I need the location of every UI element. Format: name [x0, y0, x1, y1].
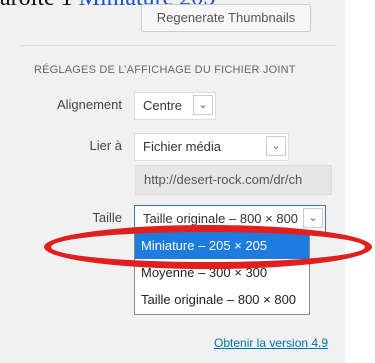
alignment-label: Alignement — [56, 97, 122, 112]
size-dropdown-list: Miniature – 205 × 205 Moyenne – 300 × 30… — [134, 231, 310, 315]
page-background — [345, 0, 375, 363]
header-title-prefix: aroite 1 — [0, 0, 73, 11]
alignment-select[interactable]: Centre ⌄ — [134, 92, 216, 120]
size-select[interactable]: Taille originale – 800 × 800 ⌄ — [134, 205, 326, 233]
chevron-down-icon: ⌄ — [193, 95, 213, 115]
link-to-select[interactable]: Fichier média ⌄ — [134, 133, 289, 161]
size-label: Taille — [92, 210, 122, 225]
size-option-thumbnail[interactable]: Miniature – 205 × 205 — [135, 232, 309, 259]
update-link[interactable]: Obtenir la version 4.9 — [214, 336, 328, 350]
link-to-value: Fichier média — [143, 139, 222, 154]
section-divider — [20, 45, 336, 46]
size-option-original[interactable]: Taille originale – 800 × 800 — [135, 286, 309, 313]
chevron-down-icon: ⌄ — [266, 136, 286, 156]
link-to-label: Lier à — [89, 138, 122, 153]
link-url-field[interactable]: http://desert-rock.com/dr/ch — [135, 165, 332, 195]
size-value: Taille originale – 800 × 800 — [143, 211, 299, 226]
size-option-medium[interactable]: Moyenne – 300 × 300 — [135, 259, 309, 286]
regenerate-thumbnails-button[interactable]: Regenerate Thumbnails — [141, 4, 311, 32]
chevron-down-icon: ⌄ — [303, 208, 323, 228]
alignment-value: Centre — [143, 98, 183, 113]
section-title: RÉGLAGES DE L’AFFICHAGE DU FICHIER JOINT — [34, 64, 296, 76]
